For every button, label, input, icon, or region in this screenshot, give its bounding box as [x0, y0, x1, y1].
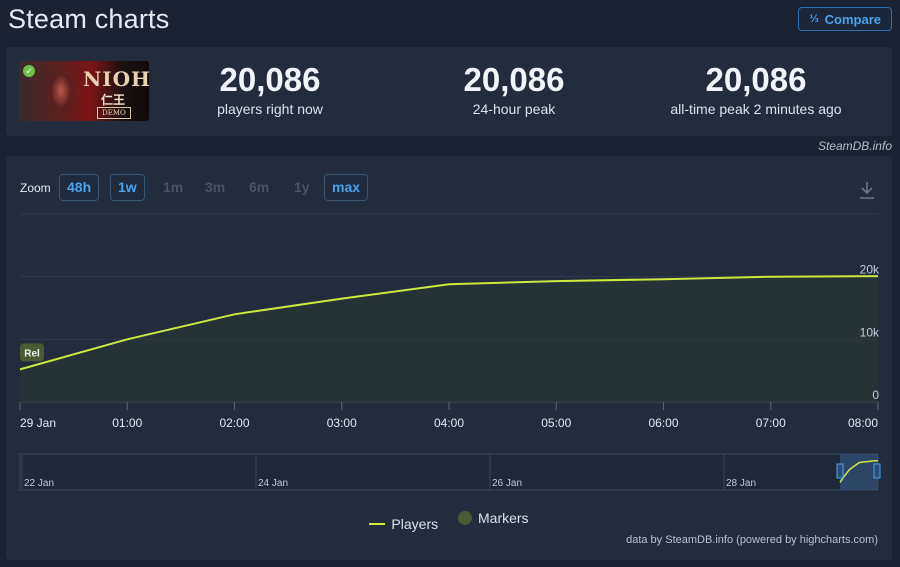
x-tick-label: 07:00	[756, 416, 786, 430]
navigator-label: 22 Jan	[24, 478, 54, 489]
y-tick-label: 10k	[860, 325, 880, 339]
navigator-handle	[873, 463, 881, 479]
x-tick-label: 01:00	[112, 416, 142, 430]
compare-fraction-icon: ⅓	[809, 12, 819, 25]
legend-label: Markers	[478, 510, 529, 526]
check-badge-icon: ✓	[23, 65, 35, 77]
legend-item-players[interactable]: Players	[369, 516, 438, 532]
x-tick-label: 04:00	[434, 416, 464, 430]
stat-label: players right now	[217, 101, 323, 117]
x-tick-label: 05:00	[541, 416, 571, 430]
compare-button[interactable]: ⅓ Compare	[798, 7, 892, 31]
stat-label: all-time peak 2 minutes ago	[670, 101, 842, 117]
game-logo-sub: 仁王	[100, 93, 125, 107]
legend-label: Players	[391, 516, 439, 532]
x-tick-label: 29 Jan	[20, 416, 56, 430]
players-chart[interactable]: 0 10k 20k 29 Jan 01:00 02:00 03:00 04:00 05:00 06…	[6, 156, 892, 506]
x-tick-label: 08:00	[848, 416, 878, 430]
players-line-swatch	[369, 523, 386, 525]
game-logo-tag: DEMO	[97, 107, 131, 119]
stat-value: 20,086	[705, 61, 807, 98]
stat-all-time-peak: 20,086 all-time peak 2 minutes ago	[636, 61, 876, 117]
release-marker-label: Rel	[24, 348, 40, 359]
compare-label: Compare	[824, 11, 881, 27]
stat-value: 20,086	[463, 61, 565, 98]
chart-panel: Zoom 48h 1w 1m 3m 6m 1y max 0 10k 20k 29 Ja…	[6, 156, 892, 560]
x-tick-label: 02:00	[219, 416, 249, 430]
players-area	[20, 276, 878, 402]
chart-legend: Players Markers	[6, 510, 892, 532]
stat-current: 20,086 players right now	[150, 61, 390, 117]
game-logo: NIOH	[83, 67, 149, 91]
navigator-label: 28 Jan	[726, 478, 756, 489]
navigator-label: 24 Jan	[258, 478, 288, 489]
game-thumbnail[interactable]: ✓ NIOH 仁王 DEMO	[19, 61, 149, 121]
navigator-handle	[836, 463, 844, 479]
navigator-label: 26 Jan	[492, 478, 522, 489]
navigator-selection	[840, 454, 878, 490]
page-title: Steam charts	[8, 4, 170, 34]
legend-item-markers[interactable]: Markers	[458, 510, 529, 526]
stat-24h-peak: 20,086 24-hour peak	[394, 61, 634, 117]
x-tick-label: 03:00	[327, 416, 357, 430]
y-tick-label: 20k	[860, 263, 880, 277]
stat-label: 24-hour peak	[472, 101, 556, 117]
stat-value: 20,086	[219, 61, 321, 98]
attribution-link[interactable]: SteamDB.info	[818, 139, 892, 153]
chart-credits[interactable]: data by SteamDB.info (powered by highcha…	[626, 534, 878, 546]
y-tick-label: 0	[872, 388, 879, 402]
thumb-figure	[47, 75, 75, 115]
x-tick-label: 06:00	[648, 416, 678, 430]
markers-dot-swatch	[458, 511, 472, 525]
stats-panel: ✓ NIOH 仁王 DEMO 20,086 players right now …	[6, 47, 892, 136]
